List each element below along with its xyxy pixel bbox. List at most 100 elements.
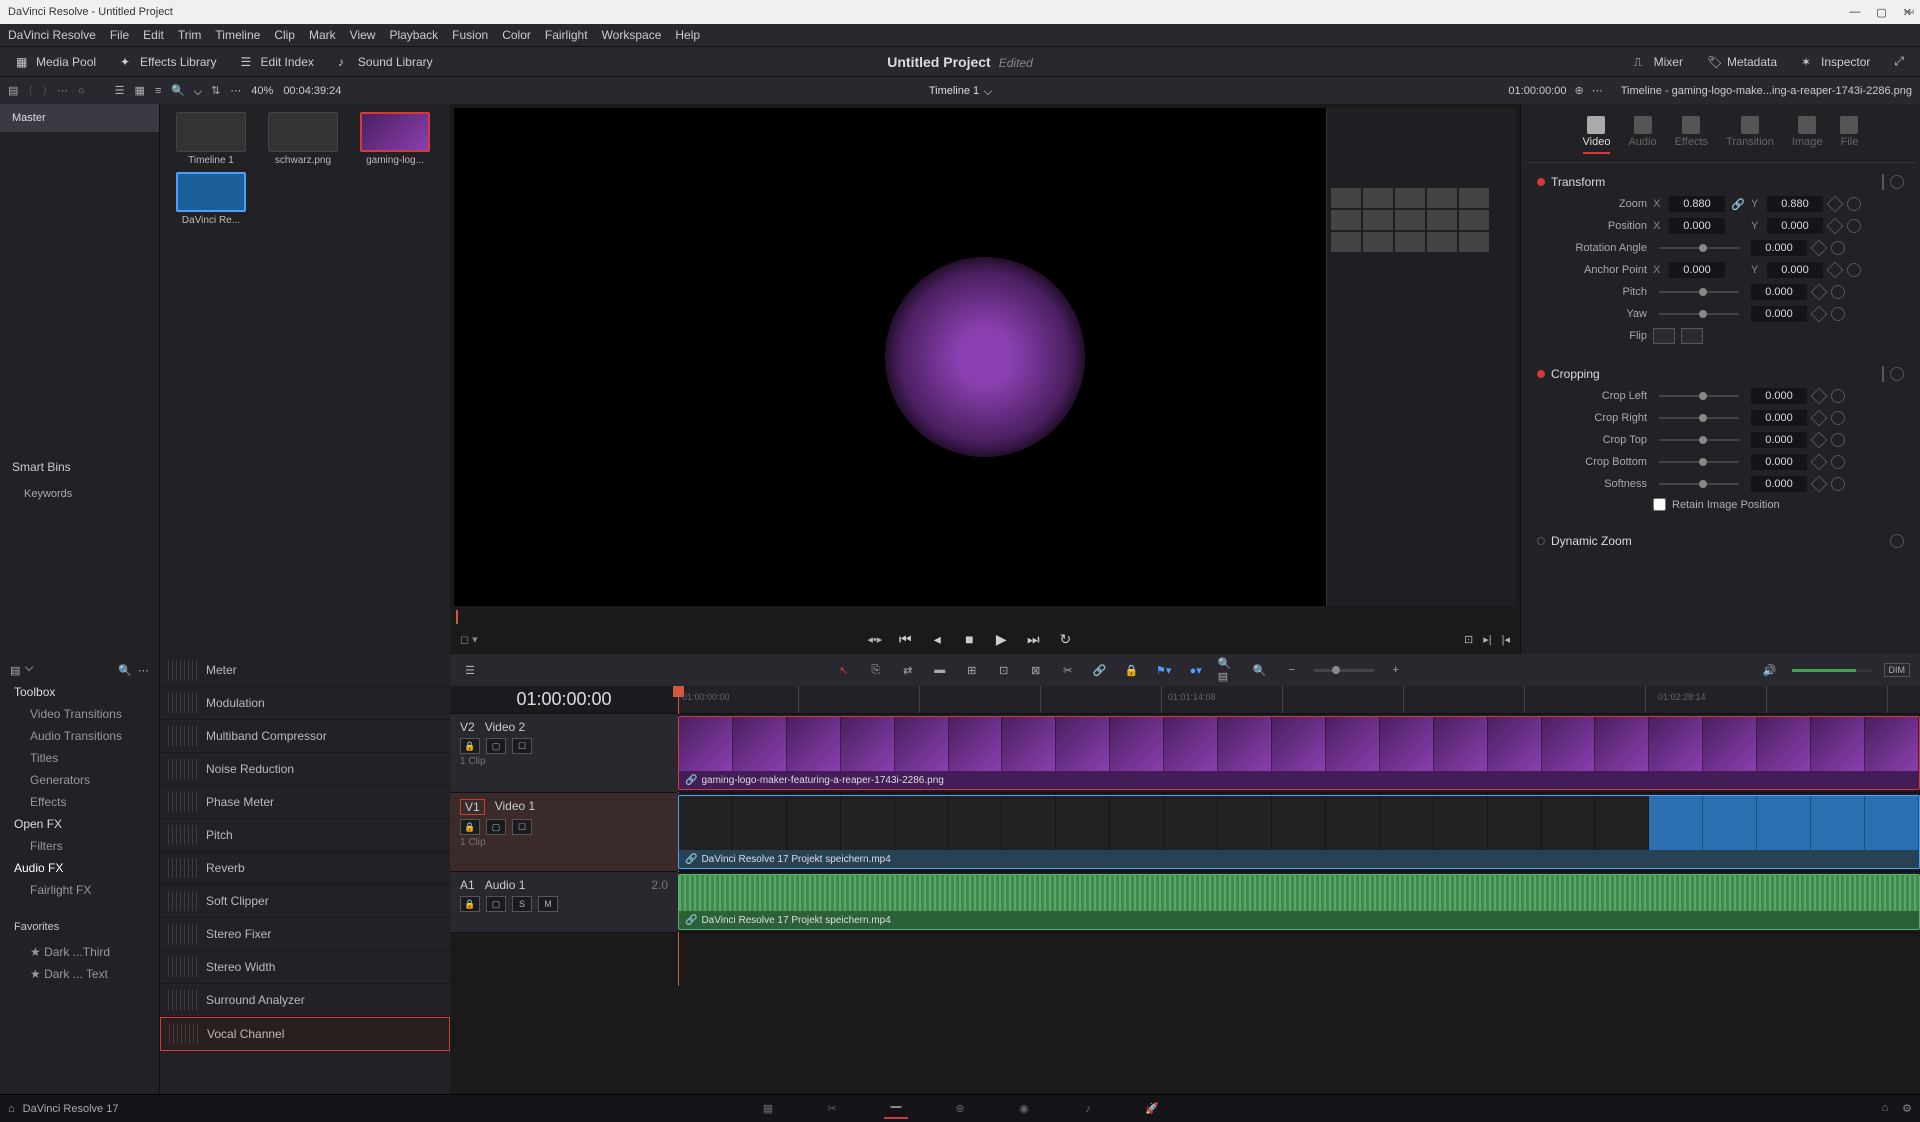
project-settings-icon[interactable]: ⚙ [1902, 1102, 1912, 1115]
page-cut[interactable]: ✂ [820, 1099, 844, 1119]
fx-item[interactable]: Stereo Fixer [160, 918, 450, 951]
fx-item[interactable]: Reverb [160, 852, 450, 885]
reset-icon[interactable] [1831, 433, 1845, 447]
pitch-input[interactable] [1751, 284, 1807, 300]
metadata-button[interactable]: 🏷Metadata [1699, 51, 1785, 72]
stop-button[interactable]: ■ [960, 630, 978, 648]
zoom-slider[interactable] [1314, 669, 1374, 672]
lock-icon[interactable]: 🔒 [460, 819, 480, 835]
disable-icon[interactable]: ☐ [512, 819, 532, 835]
menu-fusion[interactable]: Fusion [452, 28, 488, 42]
chevron-down-icon[interactable] [194, 86, 202, 94]
timeline-name[interactable]: Timeline 1 [929, 85, 979, 97]
media-pool-button[interactable]: ▦Media Pool [8, 52, 104, 72]
menu-clip[interactable]: Clip [274, 28, 295, 42]
auto-select-icon[interactable]: ▢ [486, 896, 506, 912]
pitch-slider[interactable] [1659, 291, 1739, 293]
tab-transition[interactable]: Transition [1726, 116, 1774, 154]
reset-icon[interactable] [1890, 175, 1904, 189]
fx-item[interactable]: Pitch [160, 819, 450, 852]
expand-button[interactable]: ⤢ [1886, 51, 1912, 72]
menu-fairlight[interactable]: Fairlight [545, 28, 588, 42]
solo-button[interactable]: S [512, 896, 532, 912]
cropping-header[interactable]: Cropping [1537, 363, 1904, 385]
lock-icon[interactable]: 🔒 [460, 738, 480, 754]
tab-file[interactable]: File [1840, 116, 1858, 154]
keyframe-icon[interactable] [1811, 476, 1828, 493]
clip-thumb[interactable]: schwarz.png [260, 112, 346, 166]
fx-tree-audiofx[interactable]: Audio FX [6, 857, 153, 879]
transform-mode-icon[interactable]: ◻ ▾ [460, 633, 478, 646]
reset-icon[interactable] [1890, 534, 1904, 548]
fx-tree-toolbox[interactable]: Toolbox [6, 681, 153, 703]
menu-timeline[interactable]: Timeline [215, 28, 260, 42]
zoom-search-icon[interactable]: 🔍▤ [1218, 660, 1238, 680]
keyframe-icon[interactable] [1827, 262, 1844, 279]
track-lane-v1[interactable]: 🔗DaVinci Resolve 17 Projekt speichern.mp… [678, 793, 1920, 871]
trim-tool-icon[interactable]: ⎘ [866, 660, 886, 680]
zoom-out-icon[interactable]: − [1282, 660, 1302, 680]
clip-a1[interactable]: 🔗DaVinci Resolve 17 Projekt speichern.mp… [678, 874, 1920, 930]
timeline-view-icon[interactable]: ☰ [460, 660, 480, 680]
inspector-button[interactable]: ✶Inspector [1793, 51, 1878, 72]
viewer-options-icon[interactable]: ⋯ [1592, 84, 1603, 97]
effects-library-button[interactable]: ✦Effects Library [112, 52, 224, 72]
crop-bottom-slider[interactable] [1659, 461, 1739, 463]
auto-select-icon[interactable]: ▢ [486, 819, 506, 835]
reset-icon[interactable] [1847, 263, 1861, 277]
sync-icon[interactable]: ⊕ [1575, 84, 1584, 97]
record-icon[interactable]: ○ [78, 85, 85, 97]
reset-icon[interactable] [1831, 241, 1845, 255]
keyframe-icon[interactable] [1811, 432, 1828, 449]
keyframe-icon[interactable] [1811, 240, 1828, 257]
step-back-icon[interactable]: |◂ [1502, 633, 1510, 646]
anchor-y-input[interactable] [1767, 262, 1823, 278]
link-icon[interactable]: 🔗 [1090, 660, 1110, 680]
goto-end-icon[interactable]: ⏭ [1904, 6, 1914, 19]
disabled-dot-icon[interactable] [1537, 537, 1545, 545]
clip-thumb[interactable]: gaming-log... [352, 112, 438, 166]
reset-icon[interactable] [1831, 477, 1845, 491]
keyframe-icon[interactable] [1811, 454, 1828, 471]
options-icon[interactable]: ⋯ [230, 84, 241, 97]
crop-bottom-input[interactable] [1751, 454, 1807, 470]
track-lane-v2[interactable]: 🔗gaming-logo-maker-featuring-a-reaper-17… [678, 714, 1920, 792]
smart-bins-header[interactable]: Smart Bins [0, 452, 159, 482]
crop-left-slider[interactable] [1659, 395, 1739, 397]
fx-tree-item[interactable]: Audio Transitions [6, 725, 153, 747]
crop-top-slider[interactable] [1659, 439, 1739, 441]
disable-icon[interactable]: ☐ [512, 738, 532, 754]
fx-item[interactable]: Modulation [160, 687, 450, 720]
replace-icon[interactable]: ⊠ [1026, 660, 1046, 680]
keyframe-icon[interactable] [1827, 196, 1844, 213]
keyframe-icon[interactable] [1811, 284, 1828, 301]
fx-tree-openfx[interactable]: Open FX [6, 813, 153, 835]
project-home-icon[interactable]: ⌂ [1881, 1102, 1888, 1115]
volume-slider[interactable] [1792, 669, 1872, 672]
crop-right-input[interactable] [1751, 410, 1807, 426]
keyframe-icon[interactable] [1811, 388, 1828, 405]
menu-color[interactable]: Color [502, 28, 531, 42]
search-icon[interactable]: 🔍 [118, 664, 132, 677]
match-frame-icon[interactable]: ⊡ [1464, 633, 1473, 646]
chevron-down-icon[interactable] [984, 86, 992, 94]
sort-icon[interactable]: ⇅ [211, 84, 220, 97]
link-icon[interactable]: 🔗 [1731, 198, 1745, 211]
lock-icon[interactable]: 🔒 [1122, 660, 1142, 680]
rotation-input[interactable] [1751, 240, 1807, 256]
reset-icon[interactable] [1831, 411, 1845, 425]
master-folder[interactable]: Master [0, 104, 159, 132]
menu-mark[interactable]: Mark [309, 28, 336, 42]
step-back-button[interactable]: ◂ [928, 630, 946, 648]
menu-help[interactable]: Help [675, 28, 700, 42]
menu-workspace[interactable]: Workspace [602, 28, 662, 42]
crop-left-input[interactable] [1751, 388, 1807, 404]
search-icon[interactable]: 🔍 [171, 84, 185, 97]
reset-icon[interactable] [1890, 367, 1904, 381]
yaw-input[interactable] [1751, 306, 1807, 322]
home-icon[interactable]: ⌂ [8, 1103, 15, 1115]
tab-audio[interactable]: Audio [1628, 116, 1656, 154]
fx-tree-item[interactable]: Titles [6, 747, 153, 769]
more-icon[interactable]: ⋯ [57, 84, 68, 97]
reset-icon[interactable] [1831, 307, 1845, 321]
